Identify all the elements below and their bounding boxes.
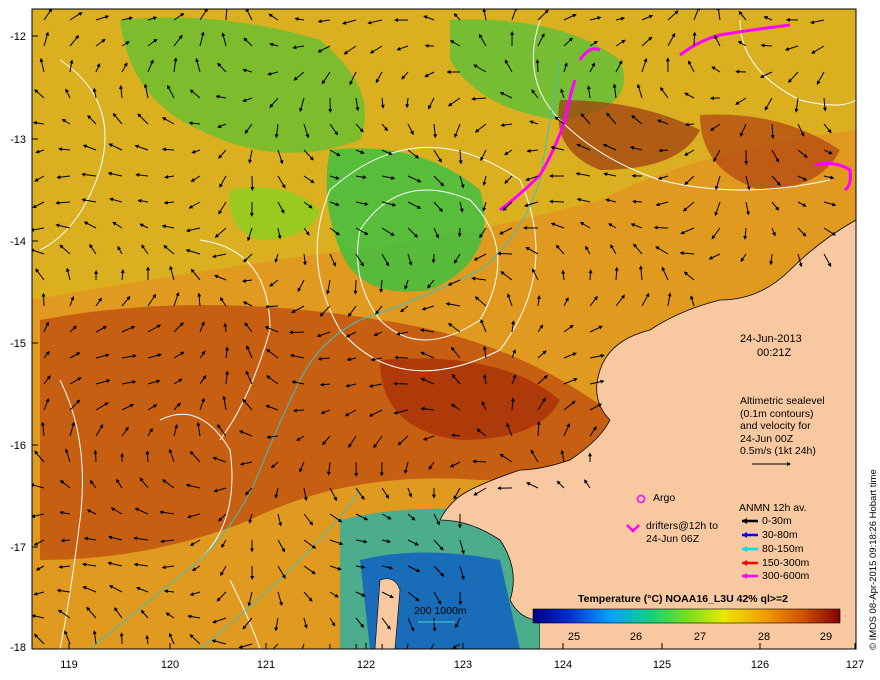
drifters-line: drifters@12h to (646, 520, 718, 532)
colorbar-tick: 27 (693, 631, 707, 643)
anmn-legend-row: 0-30m (762, 515, 792, 527)
isobath-scale-label: 200 1000m (414, 605, 467, 617)
velocity-arrow (432, 617, 437, 632)
velocity-arrow (549, 199, 565, 204)
colorbar-tick: 28 (757, 631, 771, 643)
lat-label: -15 (10, 338, 26, 350)
altimetry-line: and velocity for (740, 420, 811, 432)
velocity-arrow (692, 31, 697, 47)
credit-text: © IMOS 08-Apr-2015 09:18:26 Hobart time (868, 469, 879, 650)
velocity-arrow (431, 253, 436, 264)
lat-label: -18 (10, 642, 26, 654)
argo-legend-label: Argo (653, 492, 676, 504)
map-date: 24-Jun-2013 (740, 333, 802, 345)
velocity-arrow (329, 643, 331, 649)
lon-label: 127 (845, 659, 865, 671)
lat-label: -14 (10, 236, 26, 248)
velocity-arrow (497, 251, 513, 256)
drifters-legend: drifters@12h to 24-Jun 06Z (646, 520, 718, 545)
altimetry-line: 24-Jun 00Z (740, 432, 794, 445)
altimetry-line: Altimetric sealevel (740, 395, 825, 407)
lon-label: 126 (750, 659, 770, 671)
lon-label: 121 (256, 659, 276, 671)
velocity-arrow (658, 148, 669, 153)
colorbar-tick: 29 (819, 631, 833, 643)
lon-label: 120 (160, 659, 180, 671)
velocity-arrow (684, 122, 695, 127)
lat-label: -16 (10, 440, 26, 452)
altimetry-line: 0.5m/s (1kt 24h) (740, 445, 816, 457)
colorbar-title: Temperature (°C) NOAA16_L3U 42% ql>=2 (578, 593, 788, 605)
velocity-arrow (394, 355, 409, 360)
lat-label: -13 (10, 134, 26, 146)
velocity-arrow (145, 450, 150, 463)
anmn-legend-row: 30-80m (762, 529, 798, 541)
lon-label: 122 (356, 659, 376, 671)
velocity-arrow (632, 199, 643, 204)
velocity-arrow (653, 225, 669, 230)
velocity-arrow (588, 269, 593, 281)
anmn-legend-row: 80-150m (762, 543, 804, 555)
anmn-legend-title: ANMN 12h av. (739, 502, 807, 514)
altimetry-line: (0.1m contours) (740, 407, 814, 420)
velocity-arrow (41, 292, 46, 307)
lat-label: -17 (10, 542, 26, 554)
lon-label: 125 (652, 659, 672, 671)
lon-label: 124 (553, 659, 573, 671)
velocity-arrow (472, 459, 487, 464)
lon-label: 119 (60, 659, 78, 671)
map-figure: -12 -13 -14 -15 -16 -17 -18 119 120 121 … (0, 0, 880, 680)
lat-label: -12 (10, 31, 26, 43)
velocity-arrow (535, 59, 540, 73)
anmn-legend-row: 300-600m (762, 570, 810, 582)
colorbar-tick: 26 (629, 631, 643, 643)
drifters-line: 24-Jun 06Z (646, 532, 700, 545)
anmn-legend-row: 150-300m (762, 557, 810, 569)
velocity-arrow (353, 279, 358, 295)
map-time: 00:21Z (757, 347, 792, 359)
velocity-arrow (381, 643, 383, 649)
velocity-arrow (93, 449, 98, 463)
colorbar (532, 608, 841, 624)
colorbar-tick: 25 (567, 631, 581, 643)
lon-label: 123 (453, 659, 473, 671)
altimetry-info: Altimetric sealevel (0.1m contours) and … (740, 395, 825, 458)
velocity-arrow (289, 330, 305, 335)
